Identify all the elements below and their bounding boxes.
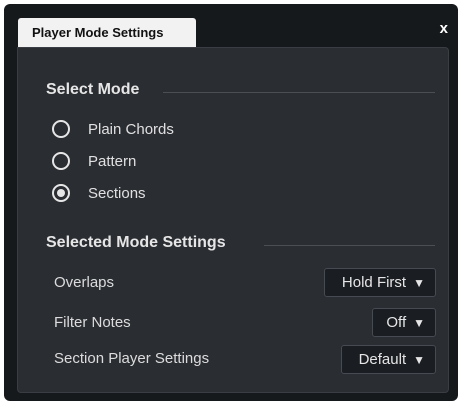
filter-notes-label: Filter Notes [54,314,131,331]
radio-pattern[interactable]: Pattern [52,150,136,172]
section-divider [264,245,435,246]
tab-player-mode-settings[interactable]: Player Mode Settings [18,18,196,47]
radio-label: Sections [88,184,146,202]
close-icon[interactable]: x [440,20,448,37]
player-mode-settings-window: Player Mode Settings x Select Mode Plain… [4,4,458,401]
dropdown-value: Default [358,351,407,368]
triangle-down-icon: ▼ [413,275,425,290]
radio-button-icon[interactable] [52,152,70,170]
dropdown-value: Off [386,314,407,331]
dropdown-value: Hold First [341,274,407,291]
triangle-down-icon: ▼ [413,352,425,367]
selected-mode-settings-heading: Selected Mode Settings [46,234,226,251]
triangle-down-icon: ▼ [413,315,425,330]
radio-button-icon[interactable] [52,120,70,138]
radio-label: Pattern [88,152,137,170]
radio-label: Plain Chords [88,120,174,138]
radio-button-checked-icon[interactable] [52,184,70,202]
select-mode-heading: Select Mode [46,81,140,98]
settings-panel: Select Mode Plain Chords Pattern Section… [17,47,449,393]
section-player-settings-dropdown[interactable]: Default ▼ [341,345,436,374]
filter-notes-dropdown[interactable]: Off ▼ [372,308,436,337]
section-divider [163,92,435,93]
radio-plain-chords[interactable]: Plain Chords [52,118,174,140]
section-player-settings-label: Section Player Settings [54,350,210,367]
tab-label: Player Mode Settings [32,25,164,40]
radio-sections[interactable]: Sections [52,182,146,204]
overlaps-label: Overlaps [54,274,115,291]
overlaps-dropdown[interactable]: Hold First ▼ [324,268,436,297]
